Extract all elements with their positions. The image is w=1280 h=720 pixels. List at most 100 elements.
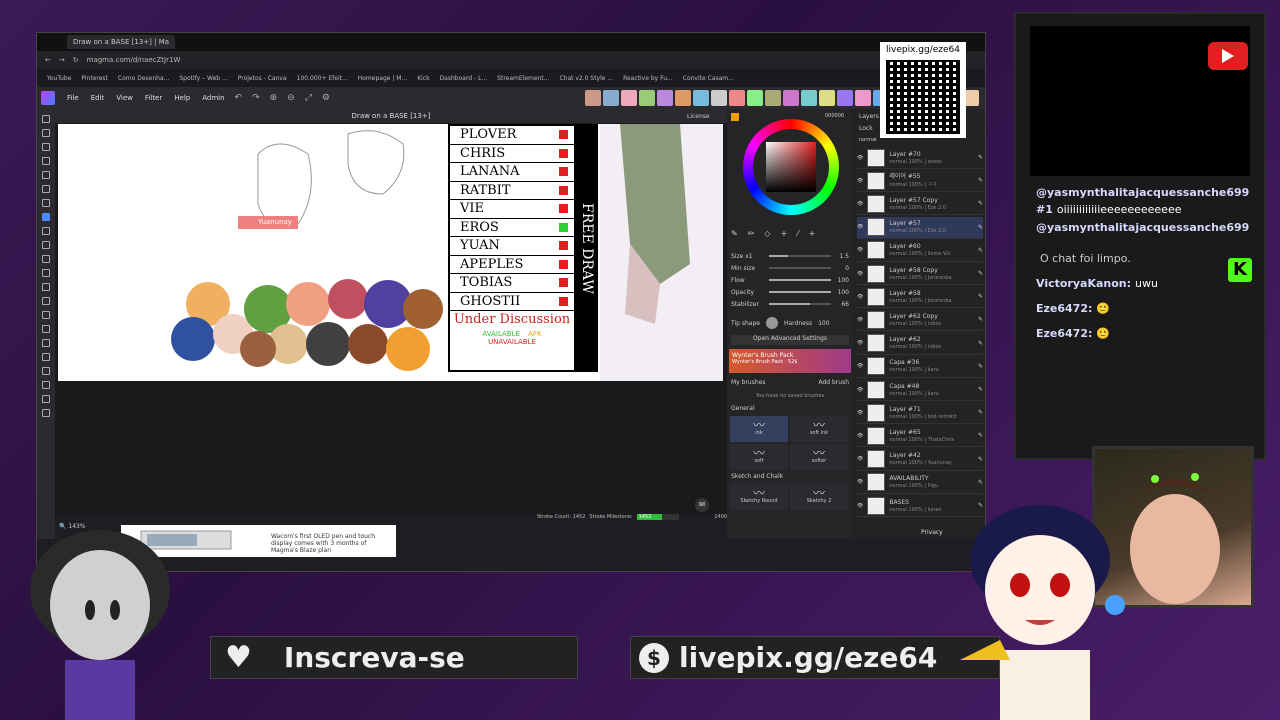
text-tool-icon[interactable] [42,297,50,305]
drawing-canvas[interactable]: Yuanunay PLOVER CHRIS LANANA RATBIT VIE EROS Y… [58,124,723,381]
bookmark-item[interactable]: Spotify – Web ... [179,75,227,82]
brush-preset[interactable]: 〰 Sketchy Round [730,484,788,510]
brush-preset[interactable]: 〰 soft [730,444,788,470]
layer-item[interactable]: 👁 Capa #36 normal 100% | karu ✎ [857,356,983,378]
bookmark-item[interactable]: Convite Casam... [683,75,734,82]
eyedropper-tool-icon[interactable] [42,185,50,193]
visibility-icon[interactable]: 👁 [857,247,863,253]
visibility-icon[interactable]: 👁 [857,155,863,161]
zoom-in-icon[interactable]: ⊕ [270,93,278,103]
collaborator-avatar[interactable] [711,90,727,106]
edit-layer-icon[interactable]: ✎ [978,340,983,347]
tip-shape-icon[interactable] [765,317,778,329]
edit-layer-icon[interactable]: ✎ [978,224,983,231]
bookmark-item[interactable]: Reactive by Fu... [623,75,673,82]
collaborator-avatar[interactable] [675,90,691,106]
layer-item[interactable]: 👁 Layer #62 normal 100% | ndios ✎ [857,333,983,355]
add-brush-button[interactable]: Add brush [818,379,849,386]
visibility-icon[interactable]: 👁 [857,340,863,346]
bookmark-item[interactable]: 100.000+ Efeit... [297,75,348,82]
bookmark-item[interactable]: Kick [417,75,429,82]
zoom-out-icon[interactable]: ⊖ [287,93,295,103]
brush-pack-banner[interactable]: Wynter's Brush Pack Wynter's Brush Pack … [729,349,851,373]
edit-layer-icon[interactable]: ✎ [978,316,983,323]
eraser-tool-icon[interactable]: ◇ [764,229,770,241]
url-text[interactable]: magma.com/d/naecZtJr1W [87,56,181,64]
collaborator-avatar[interactable] [621,90,637,106]
my-brushes-label[interactable]: My brushes [731,379,765,386]
shape-tool-icon[interactable] [42,311,50,319]
layer-item[interactable]: 👁 Layer #62 Copy normal 100% | ndios ✎ [857,309,983,332]
comment-tool-icon[interactable] [42,395,50,403]
layer-item[interactable]: 👁 Layer #58 Copy normal 100% | Jororonba ✎ [857,263,983,285]
collaborator-avatar[interactable] [603,90,619,106]
hand-tool-icon[interactable] [42,353,50,361]
reload-icon[interactable]: ↻ [73,56,79,64]
menu-edit[interactable]: Edit [91,94,105,102]
collaborator-avatar[interactable] [693,90,709,106]
bookmark-item[interactable]: Pinterest [81,75,108,82]
visibility-icon[interactable]: 👁 [857,433,863,439]
brush-preset[interactable]: 〰 ink [730,416,788,442]
blend-mode[interactable]: normal [859,137,877,143]
slider-track[interactable] [769,303,831,305]
magma-logo-icon[interactable] [41,91,55,105]
menu-view[interactable]: View [116,94,133,102]
layer-item[interactable]: 👁 Layer #70 normal 100% | woosi ✎ [857,147,983,169]
visibility-icon[interactable]: 👁 [857,410,863,416]
layer-item[interactable]: 👁 Layer #65 normal 100% | ThatsChris ✎ [857,425,983,448]
bookmark-item[interactable]: Chat v2.0 Style ... [559,75,613,82]
collaborator-avatar[interactable] [657,90,673,106]
crop-tool-icon[interactable] [42,171,50,179]
move-tool-icon[interactable] [42,115,50,123]
menu-file[interactable]: File [67,94,79,102]
smudge-tool-icon[interactable] [42,241,50,249]
bookmark-item[interactable]: Como Desenha... [118,75,169,82]
collaborator-avatar[interactable] [729,90,745,106]
edit-layer-icon[interactable]: ✎ [978,247,983,254]
collaborator-avatar[interactable] [639,90,655,106]
slider-track[interactable] [769,279,831,281]
transform-tool-icon[interactable] [42,157,50,165]
lock-label[interactable]: Lock [859,125,873,132]
layer-item[interactable]: 👁 Layer #71 normal 100% | lost-retrokit ✎ [857,402,983,425]
slider-track[interactable] [769,255,831,257]
gradient-tool-icon[interactable] [42,283,50,291]
address-bar[interactable]: ← → ↻ magma.com/d/naecZtJr1W [37,51,985,69]
chat-icon[interactable]: ✉ [695,498,709,512]
edit-layer-icon[interactable]: ✎ [978,386,983,393]
layer-item[interactable]: 👁 레이어 #55 normal 100% | ㅋㅋ ✎ [857,170,983,193]
select-tool-icon[interactable] [42,129,50,137]
brush-tool-icon[interactable] [42,213,50,221]
eraser-tool-icon[interactable] [42,255,50,263]
circle-tool-icon[interactable] [42,325,50,333]
settings-icon[interactable]: ⚙ [322,93,330,103]
visibility-icon[interactable]: 👁 [857,479,863,485]
work-area[interactable]: Yuanunay PLOVER CHRIS LANANA RATBIT VIE EROS Y… [55,123,727,515]
fit-icon[interactable]: ⤢ [305,93,312,103]
arrow-tool-icon[interactable] [42,339,50,347]
visibility-icon[interactable]: 👁 [857,317,863,323]
edit-layer-icon[interactable]: ✎ [978,363,983,370]
edit-layer-icon[interactable]: ✎ [978,456,983,463]
edit-layer-icon[interactable]: ✎ [978,270,983,277]
edit-layer-icon[interactable]: ✎ [978,293,983,300]
bookmark-item[interactable]: StreamElement... [497,75,549,82]
menu-admin[interactable]: Admin [202,94,224,102]
layer-item[interactable]: 👁 Layer #58 normal 100% | Jororonba ✎ [857,286,983,309]
edit-layer-icon[interactable]: ✎ [978,479,983,486]
collaborator-avatar[interactable] [837,90,853,106]
sketch-section[interactable]: Sketch and Chalk [731,473,783,480]
edit-layer-icon[interactable]: ✎ [978,154,983,161]
license-link[interactable]: License [687,113,710,120]
slider-track[interactable] [769,291,831,293]
edit-layer-icon[interactable]: ✎ [978,409,983,416]
edit-layer-icon[interactable]: ✎ [978,432,983,439]
menu-filter[interactable]: Filter [145,94,162,102]
back-icon[interactable]: ← [45,56,51,64]
more-tool-icon[interactable] [42,409,50,417]
brush-preset[interactable]: 〰 softer [790,444,848,470]
visibility-icon[interactable]: 👁 [857,294,863,300]
brush-preset[interactable]: 〰 soft ink [790,416,848,442]
add-tool-icon[interactable]: + [781,229,788,241]
